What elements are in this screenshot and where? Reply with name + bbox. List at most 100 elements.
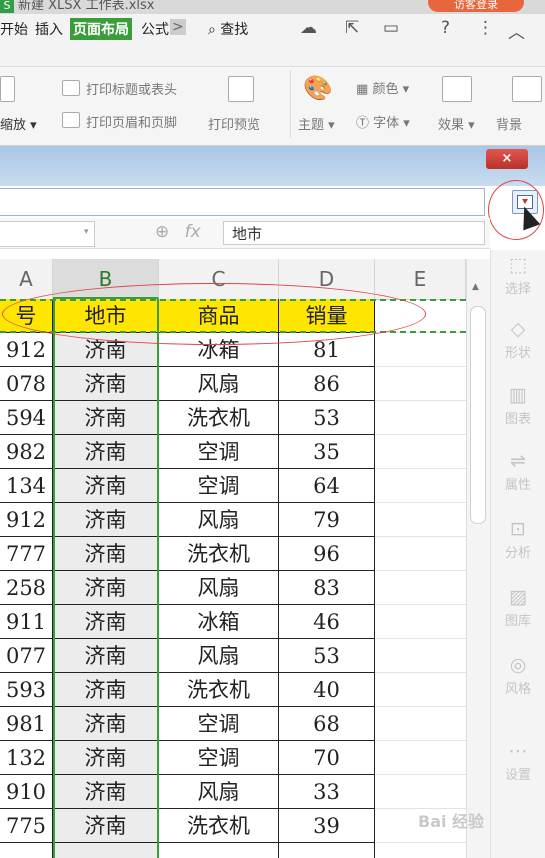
empty-cell[interactable] bbox=[375, 401, 466, 435]
table-cell[interactable]: 洗衣机 bbox=[159, 809, 279, 843]
menu-insert[interactable]: 插入 bbox=[35, 19, 63, 39]
zoom-formula-icon[interactable]: ⊕ bbox=[155, 222, 169, 242]
table-cell[interactable]: 46 bbox=[279, 605, 375, 639]
table-cell[interactable]: 济南 bbox=[53, 469, 159, 503]
table-cell[interactable] bbox=[0, 843, 53, 858]
empty-cell[interactable] bbox=[375, 775, 466, 809]
table-cell[interactable]: 86 bbox=[279, 367, 375, 401]
table-cell[interactable]: 132 bbox=[0, 741, 53, 775]
formula-input[interactable]: 地市 bbox=[223, 221, 485, 245]
sidepanel-gallery[interactable]: ▨ 图库 bbox=[492, 586, 544, 629]
column-header-a[interactable]: A bbox=[0, 259, 53, 299]
table-cell[interactable]: 53 bbox=[279, 639, 375, 673]
theme-button[interactable]: 主题 ▾ bbox=[298, 114, 335, 133]
table-cell[interactable]: 空调 bbox=[159, 707, 279, 741]
table-cell[interactable]: 912 bbox=[0, 333, 53, 367]
zoom-icon[interactable] bbox=[0, 76, 15, 102]
empty-cell[interactable] bbox=[375, 639, 466, 673]
font-button[interactable]: Ⓣ 字体 ▾ bbox=[356, 112, 410, 131]
empty-cell[interactable] bbox=[375, 843, 466, 858]
table-cell[interactable]: 911 bbox=[0, 605, 53, 639]
table-cell[interactable]: 风扇 bbox=[159, 639, 279, 673]
table-cell[interactable]: 79 bbox=[279, 503, 375, 537]
effects-button[interactable]: 效果 ▾ bbox=[438, 114, 475, 133]
column-header-c[interactable]: C bbox=[159, 259, 279, 299]
table-cell[interactable]: 洗衣机 bbox=[159, 673, 279, 707]
header-cell[interactable]: 号 bbox=[0, 299, 53, 333]
empty-cell[interactable] bbox=[375, 435, 466, 469]
table-cell[interactable]: 70 bbox=[279, 741, 375, 775]
table-cell[interactable]: 济南 bbox=[53, 775, 159, 809]
table-cell[interactable]: 910 bbox=[0, 775, 53, 809]
table-cell[interactable] bbox=[53, 843, 159, 858]
table-cell[interactable]: 洗衣机 bbox=[159, 537, 279, 571]
empty-cell[interactable] bbox=[375, 673, 466, 707]
table-cell[interactable]: 83 bbox=[279, 571, 375, 605]
empty-cell[interactable] bbox=[375, 707, 466, 741]
table-cell[interactable]: 济南 bbox=[53, 707, 159, 741]
column-header-e[interactable]: E bbox=[375, 259, 466, 299]
scroll-up-icon[interactable]: ▲ bbox=[472, 282, 479, 292]
table-cell[interactable]: 济南 bbox=[53, 367, 159, 401]
table-cell[interactable]: 济南 bbox=[53, 639, 159, 673]
table-cell[interactable]: 64 bbox=[279, 469, 375, 503]
print-header-footer-button[interactable]: 打印页眉和页脚 bbox=[86, 112, 177, 131]
range-input[interactable] bbox=[0, 188, 485, 216]
header-cell[interactable]: 商品 bbox=[159, 299, 279, 333]
table-cell[interactable]: 济南 bbox=[53, 605, 159, 639]
table-cell[interactable]: 济南 bbox=[53, 571, 159, 605]
table-cell[interactable]: 39 bbox=[279, 809, 375, 843]
table-cell[interactable]: 134 bbox=[0, 469, 53, 503]
menu-page-layout[interactable]: 页面布局 bbox=[70, 18, 132, 40]
empty-cell[interactable] bbox=[375, 571, 466, 605]
print-titles-button[interactable]: 打印标题或表头 bbox=[86, 79, 177, 98]
table-cell[interactable]: 35 bbox=[279, 435, 375, 469]
empty-cell[interactable] bbox=[375, 469, 466, 503]
share-icon[interactable]: ⇱ bbox=[345, 18, 359, 38]
search-button[interactable]: ⌕ 查找 bbox=[208, 19, 248, 39]
table-cell[interactable]: 济南 bbox=[53, 741, 159, 775]
table-cell[interactable]: 风扇 bbox=[159, 775, 279, 809]
sidepanel-settings[interactable]: ⋯ 设置 bbox=[492, 740, 544, 783]
background-button[interactable]: 背景 bbox=[496, 114, 522, 133]
table-cell[interactable]: 775 bbox=[0, 809, 53, 843]
table-cell[interactable]: 济南 bbox=[53, 503, 159, 537]
sidepanel-select[interactable]: ⬚ 选择 bbox=[492, 254, 544, 297]
column-header-b[interactable]: B bbox=[53, 259, 159, 299]
collapse-ribbon-icon[interactable]: ︿ bbox=[508, 18, 525, 43]
login-button[interactable]: 访客登录 bbox=[428, 0, 524, 12]
empty-cell[interactable] bbox=[375, 537, 466, 571]
table-cell[interactable]: 912 bbox=[0, 503, 53, 537]
header-cell[interactable]: 地市 bbox=[53, 299, 159, 333]
empty-cell[interactable] bbox=[375, 333, 466, 367]
table-cell[interactable]: 洗衣机 bbox=[159, 401, 279, 435]
empty-cell[interactable] bbox=[375, 367, 466, 401]
table-cell[interactable]: 济南 bbox=[53, 333, 159, 367]
table-cell[interactable]: 593 bbox=[0, 673, 53, 707]
table-cell[interactable]: 空调 bbox=[159, 435, 279, 469]
help-icon[interactable]: ? bbox=[441, 18, 450, 38]
name-box[interactable] bbox=[0, 221, 95, 247]
menu-home[interactable]: 开始 bbox=[0, 19, 28, 39]
table-cell[interactable]: 40 bbox=[279, 673, 375, 707]
sidepanel-chart[interactable]: ▥ 图表 bbox=[492, 384, 544, 427]
table-cell[interactable] bbox=[159, 843, 279, 858]
scrollbar-thumb[interactable] bbox=[470, 306, 486, 524]
sidepanel-properties[interactable]: ⇌ 属性 bbox=[492, 450, 544, 493]
sidepanel-style[interactable]: ◎ 风格 bbox=[492, 654, 544, 697]
table-cell[interactable]: 81 bbox=[279, 333, 375, 367]
table-cell[interactable]: 077 bbox=[0, 639, 53, 673]
table-cell[interactable]: 981 bbox=[0, 707, 53, 741]
sidepanel-shape[interactable]: ◇ 形状 bbox=[492, 318, 544, 361]
table-cell[interactable]: 空调 bbox=[159, 741, 279, 775]
empty-cell[interactable] bbox=[375, 605, 466, 639]
table-cell[interactable]: 53 bbox=[279, 401, 375, 435]
name-box-dropdown-icon[interactable]: ▾ bbox=[84, 227, 89, 237]
table-cell[interactable]: 258 bbox=[0, 571, 53, 605]
table-cell[interactable]: 济南 bbox=[53, 673, 159, 707]
table-cell[interactable]: 冰箱 bbox=[159, 605, 279, 639]
menu-scroll-right-button[interactable]: > bbox=[170, 19, 186, 35]
table-cell[interactable]: 68 bbox=[279, 707, 375, 741]
table-cell[interactable]: 777 bbox=[0, 537, 53, 571]
color-button[interactable]: ▦ 颜色 ▾ bbox=[356, 78, 409, 97]
